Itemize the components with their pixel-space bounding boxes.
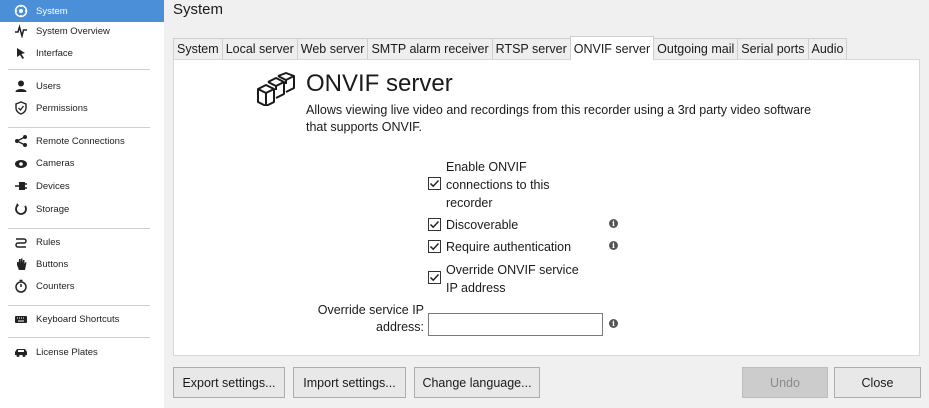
enable-onvif-option bbox=[428, 177, 441, 190]
plug-icon bbox=[14, 179, 28, 193]
discoverable-label: Discoverable bbox=[446, 218, 519, 232]
sidebar-item-interface[interactable]: Interface bbox=[0, 44, 164, 62]
camera-icon bbox=[14, 156, 28, 170]
counter-icon bbox=[14, 279, 28, 293]
tab-local-server[interactable]: Local server bbox=[221, 38, 298, 60]
car-icon bbox=[14, 345, 28, 359]
sidebar-item-counters[interactable]: Counters bbox=[0, 277, 164, 295]
storage-icon bbox=[14, 202, 28, 216]
sidebar-item-buttons[interactable]: Buttons bbox=[0, 255, 164, 273]
sidebar-item-permissions[interactable]: Permissions bbox=[0, 99, 164, 117]
onvif-cubes-icon bbox=[257, 72, 295, 106]
info-icon[interactable]: i bbox=[609, 241, 618, 250]
change-language-button[interactable]: Change language... bbox=[414, 367, 540, 398]
sidebar-item-label: Counters bbox=[36, 280, 75, 292]
override-ip-field-label: Override service IP address: bbox=[317, 303, 424, 334]
info-icon[interactable]: i bbox=[609, 219, 618, 228]
section-description: Allows viewing live video and recordings… bbox=[306, 103, 812, 134]
override-ip-label: Override ONVIF service IP address bbox=[446, 263, 579, 295]
sidebar-item-rules[interactable]: Rules bbox=[0, 233, 164, 251]
sidebar: System System Overview Interface Users P… bbox=[0, 0, 164, 408]
override-ip-option bbox=[428, 271, 441, 284]
checkmark-icon bbox=[429, 242, 440, 251]
sidebar-divider bbox=[8, 69, 150, 70]
import-settings-button[interactable]: Import settings... bbox=[293, 367, 406, 398]
sidebar-item-storage[interactable]: Storage bbox=[0, 200, 164, 218]
sidebar-item-users[interactable]: Users bbox=[0, 77, 164, 95]
sidebar-item-label: Storage bbox=[36, 203, 70, 215]
sidebar-item-label: Cameras bbox=[36, 157, 75, 169]
sidebar-item-keyboard-shortcuts[interactable]: Keyboard Shortcuts bbox=[0, 310, 164, 328]
page-title: System bbox=[173, 1, 224, 18]
sidebar-item-devices[interactable]: Devices bbox=[0, 177, 164, 195]
tab-smtp-alarm-receiver[interactable]: SMTP alarm receiver bbox=[367, 38, 493, 60]
enable-onvif-label: Enable ONVIF connections to this recorde… bbox=[446, 160, 550, 210]
sidebar-item-label: Permissions bbox=[36, 102, 88, 114]
gear-icon bbox=[14, 4, 28, 18]
require-authentication-checkbox[interactable] bbox=[428, 240, 441, 253]
tab-web-server[interactable]: Web server bbox=[296, 38, 369, 60]
sidebar-item-label: Users bbox=[36, 80, 61, 92]
checkmark-icon bbox=[429, 220, 440, 229]
discoverable-checkbox[interactable] bbox=[428, 218, 441, 231]
shield-icon bbox=[14, 101, 28, 115]
sidebar-item-label: Buttons bbox=[36, 258, 69, 270]
close-button[interactable]: Close bbox=[834, 367, 921, 398]
sidebar-item-label: License Plates bbox=[36, 346, 98, 358]
sidebar-item-label: Remote Connections bbox=[36, 135, 125, 147]
sidebar-divider bbox=[8, 337, 150, 338]
sidebar-item-cameras[interactable]: Cameras bbox=[0, 154, 164, 172]
keyboard-icon bbox=[14, 312, 28, 326]
checkmark-icon bbox=[429, 179, 440, 188]
sidebar-item-label: System bbox=[36, 5, 68, 17]
info-icon[interactable]: i bbox=[609, 319, 618, 328]
override-ip-checkbox[interactable] bbox=[428, 271, 441, 284]
tab-outgoing-mail[interactable]: Outgoing mail bbox=[653, 38, 739, 60]
enable-onvif-checkbox[interactable] bbox=[428, 177, 441, 190]
require-authentication-option bbox=[428, 240, 441, 253]
pulse-icon bbox=[14, 24, 28, 38]
export-settings-button[interactable]: Export settings... bbox=[173, 367, 285, 398]
undo-button[interactable]: Undo bbox=[742, 367, 828, 398]
sidebar-item-label: Devices bbox=[36, 180, 70, 192]
discoverable-option bbox=[428, 218, 441, 231]
sidebar-item-license-plates[interactable]: License Plates bbox=[0, 343, 164, 361]
tab-serial-ports[interactable]: Serial ports bbox=[737, 38, 809, 60]
cursor-icon bbox=[14, 46, 28, 60]
require-authentication-label: Require authentication bbox=[446, 240, 572, 254]
checkmark-icon bbox=[429, 273, 440, 282]
tab-bar: System Local server Web server SMTP alar… bbox=[173, 36, 848, 60]
section-title: ONVIF server bbox=[306, 70, 453, 97]
sidebar-item-label: Interface bbox=[36, 47, 73, 59]
tab-audio[interactable]: Audio bbox=[807, 38, 848, 60]
sidebar-divider bbox=[8, 228, 150, 229]
tab-system[interactable]: System bbox=[173, 38, 223, 60]
sidebar-item-label: Keyboard Shortcuts bbox=[36, 313, 120, 325]
rules-icon bbox=[14, 235, 28, 249]
sidebar-divider bbox=[8, 305, 150, 306]
hand-icon bbox=[14, 257, 28, 271]
sidebar-item-label: System Overview bbox=[36, 25, 110, 37]
sidebar-item-label: Rules bbox=[36, 236, 61, 248]
sidebar-item-system-overview[interactable]: System Overview bbox=[0, 22, 164, 40]
override-ip-input[interactable] bbox=[428, 313, 603, 336]
sidebar-item-remote-connections[interactable]: Remote Connections bbox=[0, 132, 164, 150]
tab-rtsp-server[interactable]: RTSP server bbox=[491, 38, 571, 60]
sidebar-item-system[interactable]: System bbox=[0, 0, 164, 22]
tab-onvif-server[interactable]: ONVIF server bbox=[569, 36, 655, 60]
sidebar-divider bbox=[8, 127, 150, 128]
user-icon bbox=[14, 79, 28, 93]
share-icon bbox=[14, 134, 28, 148]
